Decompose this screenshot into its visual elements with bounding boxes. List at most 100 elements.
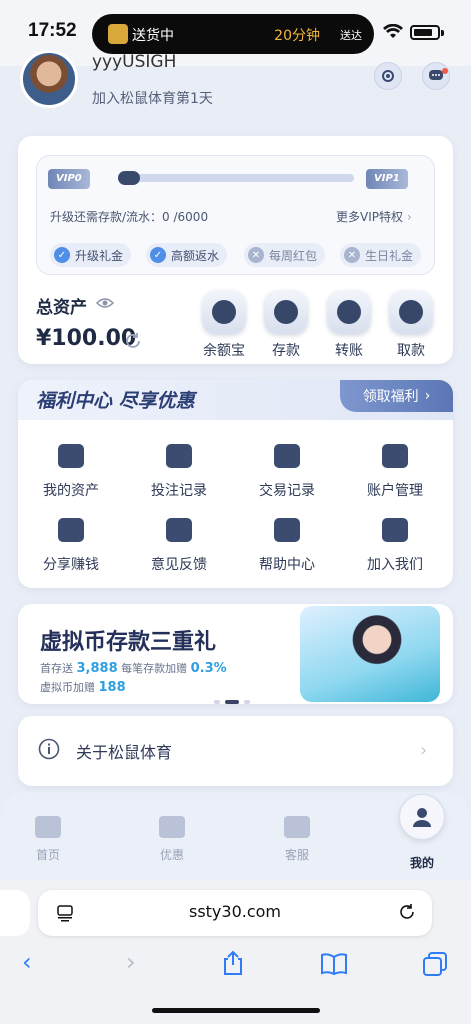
tab-label: 我的 [409,856,434,870]
perk-rebate: ✓ 高额返水 [146,243,228,267]
share-icon[interactable] [222,950,244,976]
notification-dot [442,68,448,74]
vip-requirement-text: 升级还需存款/流水：0 /6000 [50,210,209,224]
vip-next-badge: VIP1 [366,169,408,189]
refresh-icon[interactable] [124,332,142,350]
address-bar[interactable]: ssty30.com [38,890,432,936]
feedback-icon [166,518,192,542]
chevron-right-icon: › [407,210,412,224]
total-assets-label: 总资产 [36,298,87,318]
tab-mine-icon-circle [399,794,445,840]
transfer-button[interactable]: 转账 [323,290,375,360]
settings-button[interactable] [374,62,402,90]
tab-home[interactable]: 首页 [18,816,78,863]
perk-weekly-redpacket: ✕ 每周红包 [244,243,326,267]
tab-label: 客服 [284,848,309,862]
grid-account-management[interactable]: 账户管理 [350,444,440,500]
join-days-text: 加入松鼠体育第1天 [92,91,213,107]
grid-label: 意见反馈 [151,557,207,573]
username: yyyUSIGH [92,52,177,72]
battery-tip [441,30,444,36]
dynamic-island[interactable]: 送货中 20分钟 送达 [92,14,374,54]
user-icon [413,808,431,827]
grid-my-assets[interactable]: 我的资产 [26,444,116,500]
card-icon [389,290,433,334]
wallet-icon [58,444,84,468]
perk-label: 高额返水 [171,248,220,263]
perk-birthday-bonus: ✕ 生日礼金 [340,243,422,267]
withdraw-button[interactable]: 取款 [385,290,437,360]
promo-illustration [300,606,440,702]
grid-label: 帮助中心 [259,557,315,573]
claim-welfare-button[interactable]: 领取福利 › [340,380,453,412]
ticket-icon [159,816,185,838]
people-icon [382,518,408,542]
folder-icon [382,444,408,468]
perk-label: 升级礼金 [75,248,124,263]
promo-highlight: 188 [98,680,126,695]
action-label: 存款 [272,343,300,359]
close-icon: ✕ [344,247,360,263]
promo-title: 虚拟币存款三重礼 [40,630,217,655]
grid-help-center[interactable]: 帮助中心 [242,518,332,574]
help-book-icon [274,518,300,542]
tabs-icon[interactable] [422,951,448,977]
grid-bet-records[interactable]: 投注记录 [134,444,224,500]
back-icon[interactable]: ‹ [22,948,32,976]
wallet-icon [264,290,308,334]
grid-label: 账户管理 [367,483,423,499]
headset-icon [284,816,310,838]
deposit-button[interactable]: 存款 [260,290,312,360]
grid-feedback[interactable]: 意见反馈 [134,518,224,574]
exchange-icon [274,444,300,468]
previous-tab-card[interactable] [0,890,30,936]
perk-label: 生日礼金 [365,248,414,263]
info-icon [38,738,60,760]
carousel-dots[interactable] [214,689,255,708]
check-icon: ✓ [150,247,166,263]
tab-promotions[interactable]: 优惠 [142,816,202,863]
vip-more-label: 更多VIP特权 [336,210,403,224]
delivery-icon [108,24,128,44]
carousel-dot-active [225,700,239,704]
vip-progress-marker [118,171,140,185]
reload-icon[interactable] [398,903,416,921]
island-eta-text: 20分钟 [274,28,320,44]
grid-share-earn[interactable]: 分享赚钱 [26,518,116,574]
home-icon [35,816,61,838]
promo-text: 每笔存款加赠 [121,662,188,675]
carousel-dot [244,700,250,704]
coins-icon [202,290,246,334]
tab-mine[interactable]: 我的 [392,846,452,871]
yuebao-button[interactable]: 余额宝 [198,290,250,360]
battery-icon [410,25,440,40]
grid-label: 我的资产 [43,483,99,499]
transfer-icon [327,290,371,334]
grid-label: 加入我们 [367,557,423,573]
home-indicator [152,1008,320,1013]
chevron-right-icon: › [424,388,431,404]
vip-current-badge: VIP0 [48,169,90,189]
action-label: 转账 [335,343,363,359]
vip-progress-bar [118,174,354,182]
perk-upgrade-bonus: ✓ 升级礼金 [50,243,132,267]
grid-transaction-records[interactable]: 交易记录 [242,444,332,500]
perk-label: 每周红包 [269,248,318,263]
eye-icon[interactable] [96,297,114,309]
promo-text: 虚拟币加赠 [40,681,95,694]
grid-label: 投注记录 [151,483,207,499]
vip-more-link[interactable]: 更多VIP特权 › [336,208,412,225]
bookmarks-icon[interactable] [320,953,348,975]
avatar[interactable] [20,50,78,108]
tab-label: 优惠 [159,848,184,862]
claim-welfare-label: 领取福利 [362,389,419,405]
url-text: ssty30.com [188,902,282,921]
action-label: 余额宝 [203,343,245,359]
grid-join-us[interactable]: 加入我们 [350,518,440,574]
about-label: 关于松鼠体育 [76,743,173,762]
tab-customer-service[interactable]: 客服 [267,816,327,863]
chevron-right-icon: › [420,740,428,761]
gear-icon [382,70,394,82]
forward-icon[interactable]: › [126,948,136,976]
messages-button[interactable] [422,62,450,90]
